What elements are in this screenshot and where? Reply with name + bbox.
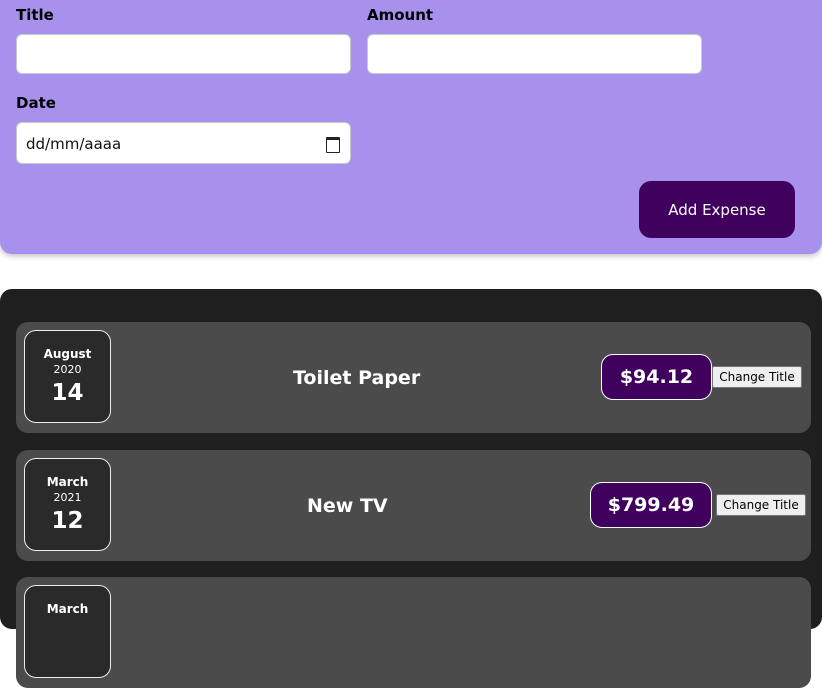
expense-amount: $799.49 [590, 482, 712, 528]
expense-amount: $94.12 [601, 354, 712, 400]
expense-date: March 2021 12 [24, 458, 111, 551]
expenses-list: August 2020 14 Toilet Paper $94.12 Chang… [0, 289, 822, 688]
amount-input[interactable] [367, 34, 702, 74]
title-input[interactable] [16, 34, 351, 74]
expense-date: March [24, 585, 111, 678]
amount-label: Amount [367, 6, 434, 24]
expense-day: 14 [51, 380, 84, 406]
expense-day: 12 [51, 508, 84, 534]
expense-item: August 2020 14 Toilet Paper $94.12 Chang… [16, 322, 811, 433]
date-input[interactable]: dd/mm/aaaa [16, 122, 351, 164]
expense-date: August 2020 14 [24, 330, 111, 423]
expense-title: New TV [307, 495, 388, 517]
expense-month: August [43, 347, 92, 361]
change-title-button[interactable]: Change Title [716, 494, 806, 516]
calendar-icon[interactable] [326, 137, 340, 153]
expense-month: March [46, 475, 89, 489]
expense-item: March [16, 577, 811, 688]
expense-year: 2021 [53, 491, 82, 504]
new-expense-form: Title Amount Date dd/mm/aaaa Add Expense [0, 0, 822, 254]
expense-title: Toilet Paper [293, 367, 421, 389]
expense-item: March 2021 12 New TV $799.49 Change Titl… [16, 450, 811, 561]
expense-month: March [46, 602, 89, 616]
add-expense-button[interactable]: Add Expense [639, 181, 795, 238]
expense-year: 2020 [53, 363, 82, 376]
date-placeholder: dd/mm/aaaa [26, 135, 122, 153]
change-title-button[interactable]: Change Title [712, 366, 802, 388]
title-label: Title [16, 6, 54, 24]
date-label: Date [16, 94, 56, 112]
